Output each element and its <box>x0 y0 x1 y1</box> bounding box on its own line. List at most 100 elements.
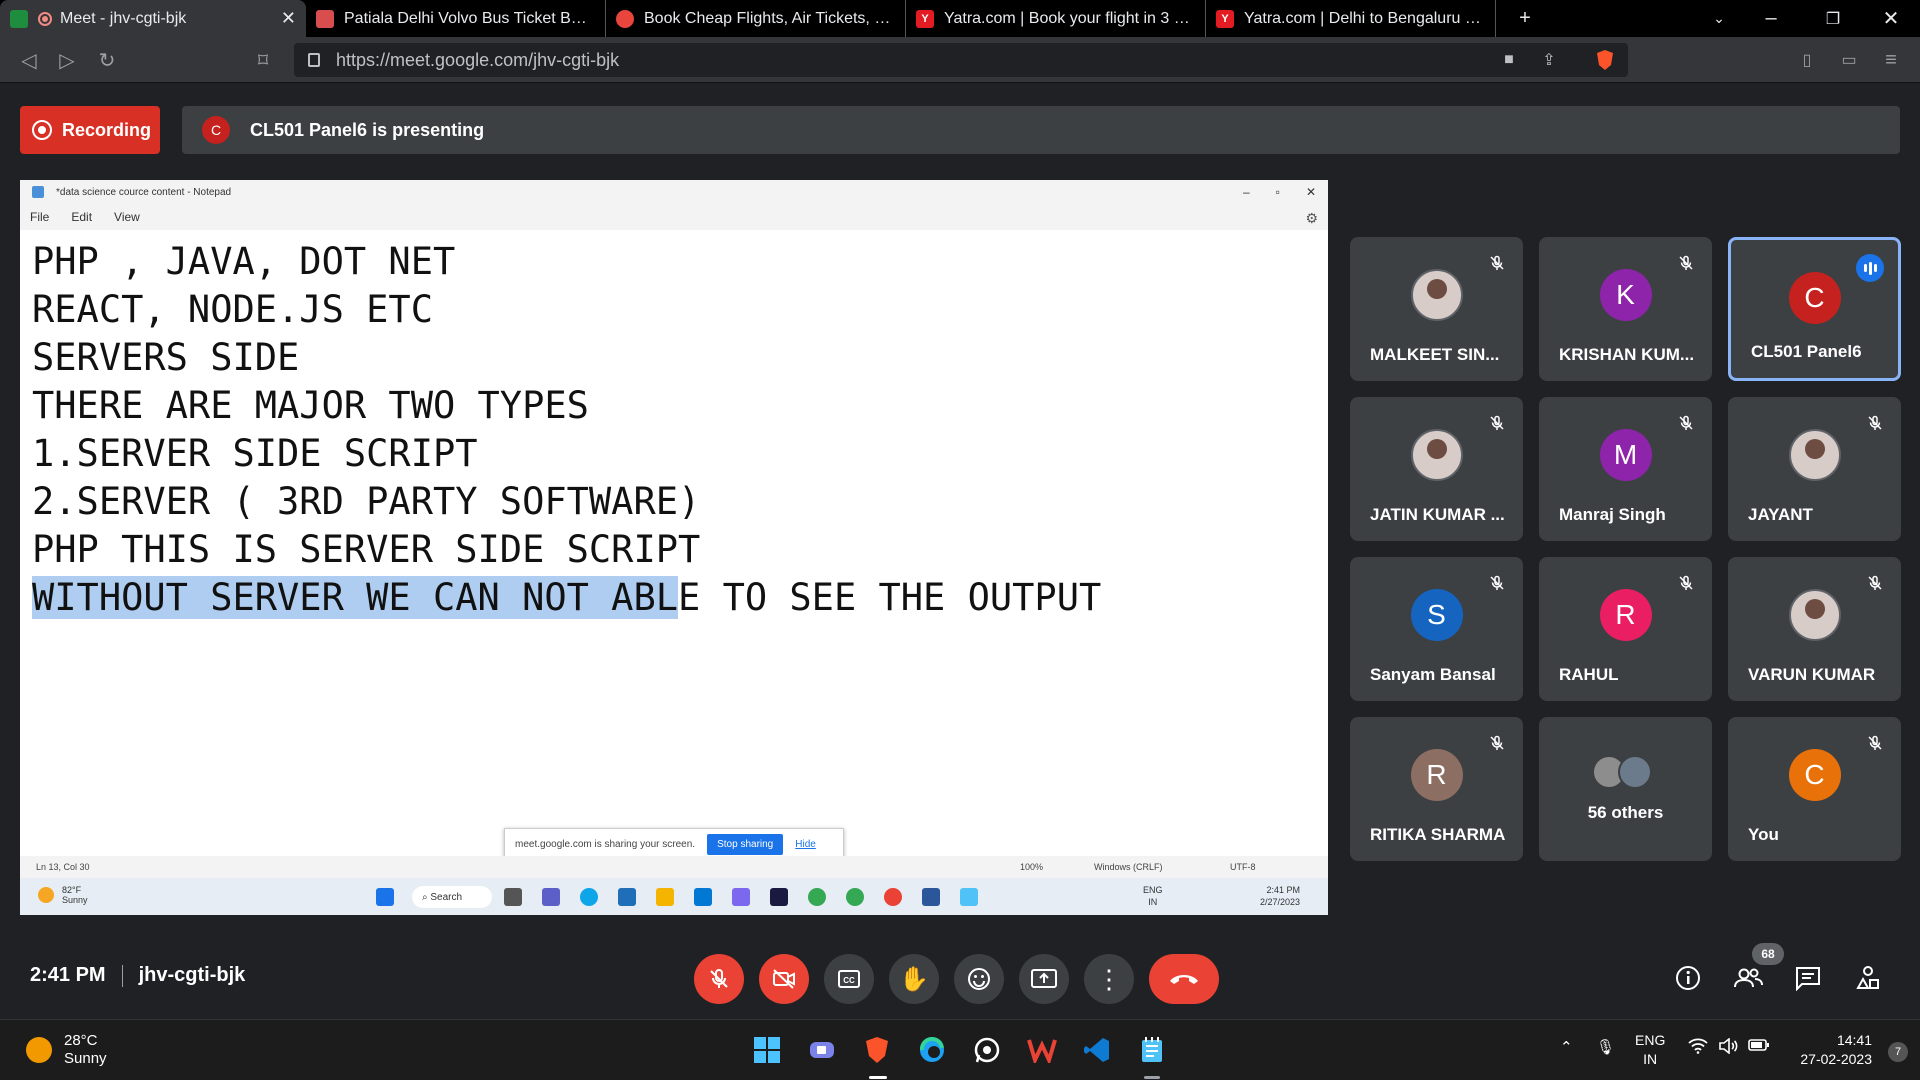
notification-count-badge[interactable]: 7 <box>1888 1042 1908 1062</box>
participant-tile[interactable]: VARUN KUMAR <box>1728 557 1901 701</box>
volume-icon[interactable] <box>1718 1037 1738 1058</box>
windows-start-icon[interactable] <box>751 1034 783 1066</box>
participant-tile[interactable]: JATIN KUMAR ... <box>1350 397 1523 541</box>
captions-button[interactable]: CC <box>824 954 874 1004</box>
presenting-text: CL501 Panel6 is presenting <box>250 119 485 140</box>
meeting-details-button[interactable] <box>1672 962 1704 994</box>
tab-bus-booking[interactable]: Patiala Delhi Volvo Bus Ticket Booking <box>306 0 606 37</box>
participant-tile[interactable]: C CL501 Panel6 <box>1728 237 1901 381</box>
microphone-icon[interactable]: 🎙 <box>1596 1038 1615 1056</box>
participant-tile[interactable]: C You <box>1728 717 1901 861</box>
participant-avatar: R <box>1599 589 1652 641</box>
tab-yatra-2[interactable]: Y Yatra.com | Delhi to Bengaluru flights <box>1206 0 1496 37</box>
emoji-icon <box>968 968 990 990</box>
meeting-time: 2:41 PM <box>30 964 106 986</box>
notepad-minimize-icon: – <box>1242 185 1250 199</box>
participant-tile[interactable]: S Sanyam Bansal <box>1350 557 1523 701</box>
participant-tile[interactable]: JAYANT <box>1728 397 1901 541</box>
close-window-button[interactable]: ✕ <box>1866 0 1916 37</box>
tab-search-chevron-down-icon[interactable]: ⌄ <box>1694 0 1744 37</box>
task-view-icon <box>504 888 522 906</box>
participant-avatar <box>1410 429 1463 481</box>
store-icon <box>618 888 636 906</box>
tab-yatra-1[interactable]: Y Yatra.com | Book your flight in 3 simp… <box>906 0 1206 37</box>
reactions-button[interactable] <box>954 954 1004 1004</box>
participant-name: JAYANT <box>1748 505 1813 524</box>
mic-off-button[interactable] <box>694 954 744 1004</box>
show-hidden-icons-chevron-up-icon[interactable]: ⌃ <box>1560 1038 1573 1056</box>
edge-browser-icon[interactable] <box>916 1034 948 1066</box>
folder-icon <box>656 888 674 906</box>
notepad-window-controls: – ▫ ✕ <box>1243 180 1316 204</box>
restore-window-button[interactable]: ❐ <box>1808 0 1858 37</box>
participant-avatar <box>1410 269 1463 321</box>
brave-shield-icon[interactable] <box>1590 45 1620 75</box>
windows-taskbar: 28°C Sunny ⌃ 🎙 ENG IN 14:41 27-02-2023 7 <box>0 1019 1920 1080</box>
participant-tile[interactable]: R RITIKA SHARMA <box>1350 717 1523 861</box>
participant-tile[interactable]: R RAHUL <box>1539 557 1712 701</box>
battery-icon[interactable] <box>1748 1038 1770 1056</box>
tab-cheap-flights[interactable]: Book Cheap Flights, Air Tickets, Hotels <box>606 0 906 37</box>
camera-off-button[interactable] <box>759 954 809 1004</box>
present-screen-button[interactable] <box>1019 954 1069 1004</box>
participant-tile[interactable]: K KRISHAN KUM... <box>1539 237 1712 381</box>
system-clock[interactable]: 14:41 27-02-2023 <box>1800 1031 1872 1069</box>
back-arrow-icon[interactable]: ◁ <box>14 45 44 75</box>
mic-muted-icon <box>1679 415 1693 430</box>
menu-file: File <box>30 210 50 224</box>
chat-button[interactable] <box>1792 962 1824 994</box>
text-line: PHP THIS IS SERVER SIDE SCRIPT <box>32 528 701 571</box>
new-tab-button[interactable]: + <box>1500 0 1550 37</box>
recording-label: Recording <box>62 119 152 140</box>
windows-start-icon <box>376 888 394 906</box>
notepad-icon[interactable] <box>1136 1034 1168 1066</box>
teams-chat-icon[interactable] <box>806 1034 838 1066</box>
captions-icon: CC <box>838 970 860 988</box>
bookmark-icon[interactable]: ⌑ <box>248 45 278 75</box>
participant-name: You <box>1748 825 1779 844</box>
leave-call-button[interactable] <box>1149 954 1219 1004</box>
activities-button[interactable] <box>1852 962 1884 994</box>
people-button[interactable] <box>1732 962 1764 994</box>
vscode-icon[interactable] <box>1081 1034 1113 1066</box>
share-icon[interactable]: ⇪ <box>1534 45 1564 75</box>
tab-meet[interactable]: Meet - jhv-cgti-bjk ✕ <box>0 0 306 37</box>
minimize-window-button[interactable]: – <box>1746 0 1796 37</box>
raise-hand-button[interactable]: ✋ <box>889 954 939 1004</box>
wallet-icon[interactable]: ▭ <box>1834 45 1864 75</box>
running-indicator <box>1144 1076 1160 1079</box>
menu-icon[interactable]: ≡ <box>1876 45 1906 75</box>
weather-widget[interactable]: 28°C Sunny <box>26 1032 107 1068</box>
participant-tile[interactable]: M Manraj Singh <box>1539 397 1712 541</box>
close-tab-icon[interactable]: ✕ <box>281 8 296 29</box>
text-line: 1.SERVER SIDE SCRIPT <box>32 432 478 475</box>
whatsapp-icon[interactable] <box>971 1034 1003 1066</box>
more-options-button[interactable]: ⋮ <box>1084 954 1134 1004</box>
text-line: REACT, NODE.JS ETC <box>32 288 433 331</box>
camera-icon[interactable]: ■ <box>1494 45 1524 75</box>
forward-arrow-icon[interactable]: ▷ <box>52 45 82 75</box>
tab-title: Patiala Delhi Volvo Bus Ticket Booking <box>344 9 595 27</box>
wifi-icon[interactable] <box>1688 1038 1708 1058</box>
record-icon <box>32 120 52 140</box>
participant-tile[interactable]: MALKEET SIN... <box>1350 237 1523 381</box>
sun-icon <box>26 1037 52 1063</box>
text-line: PHP , JAVA, DOT NET <box>32 240 456 283</box>
url-bar[interactable]: https://meet.google.com/jhv-cgti-bjk <box>294 43 1628 77</box>
participant-name: Manraj Singh <box>1559 505 1666 524</box>
participant-tile[interactable]: 56 others <box>1539 717 1712 861</box>
avatar <box>1617 755 1652 789</box>
mic-muted-icon <box>1868 735 1882 750</box>
app-icon <box>922 888 940 906</box>
wps-office-icon[interactable] <box>1026 1034 1058 1066</box>
notepad-maximize-icon: ▫ <box>1275 185 1280 199</box>
tab-title: Yatra.com | Book your flight in 3 simple <box>944 9 1195 27</box>
recording-badge[interactable]: Recording <box>20 106 160 154</box>
mic-muted-icon <box>1868 575 1882 590</box>
notepad-close-icon: ✕ <box>1305 185 1316 199</box>
brave-browser-icon[interactable] <box>861 1034 893 1066</box>
sidebar-toggle-icon[interactable]: ▯ <box>1792 45 1822 75</box>
input-language[interactable]: ENG IN <box>1635 1031 1665 1069</box>
reload-icon[interactable]: ↻ <box>92 45 122 75</box>
info-icon <box>1676 966 1700 990</box>
